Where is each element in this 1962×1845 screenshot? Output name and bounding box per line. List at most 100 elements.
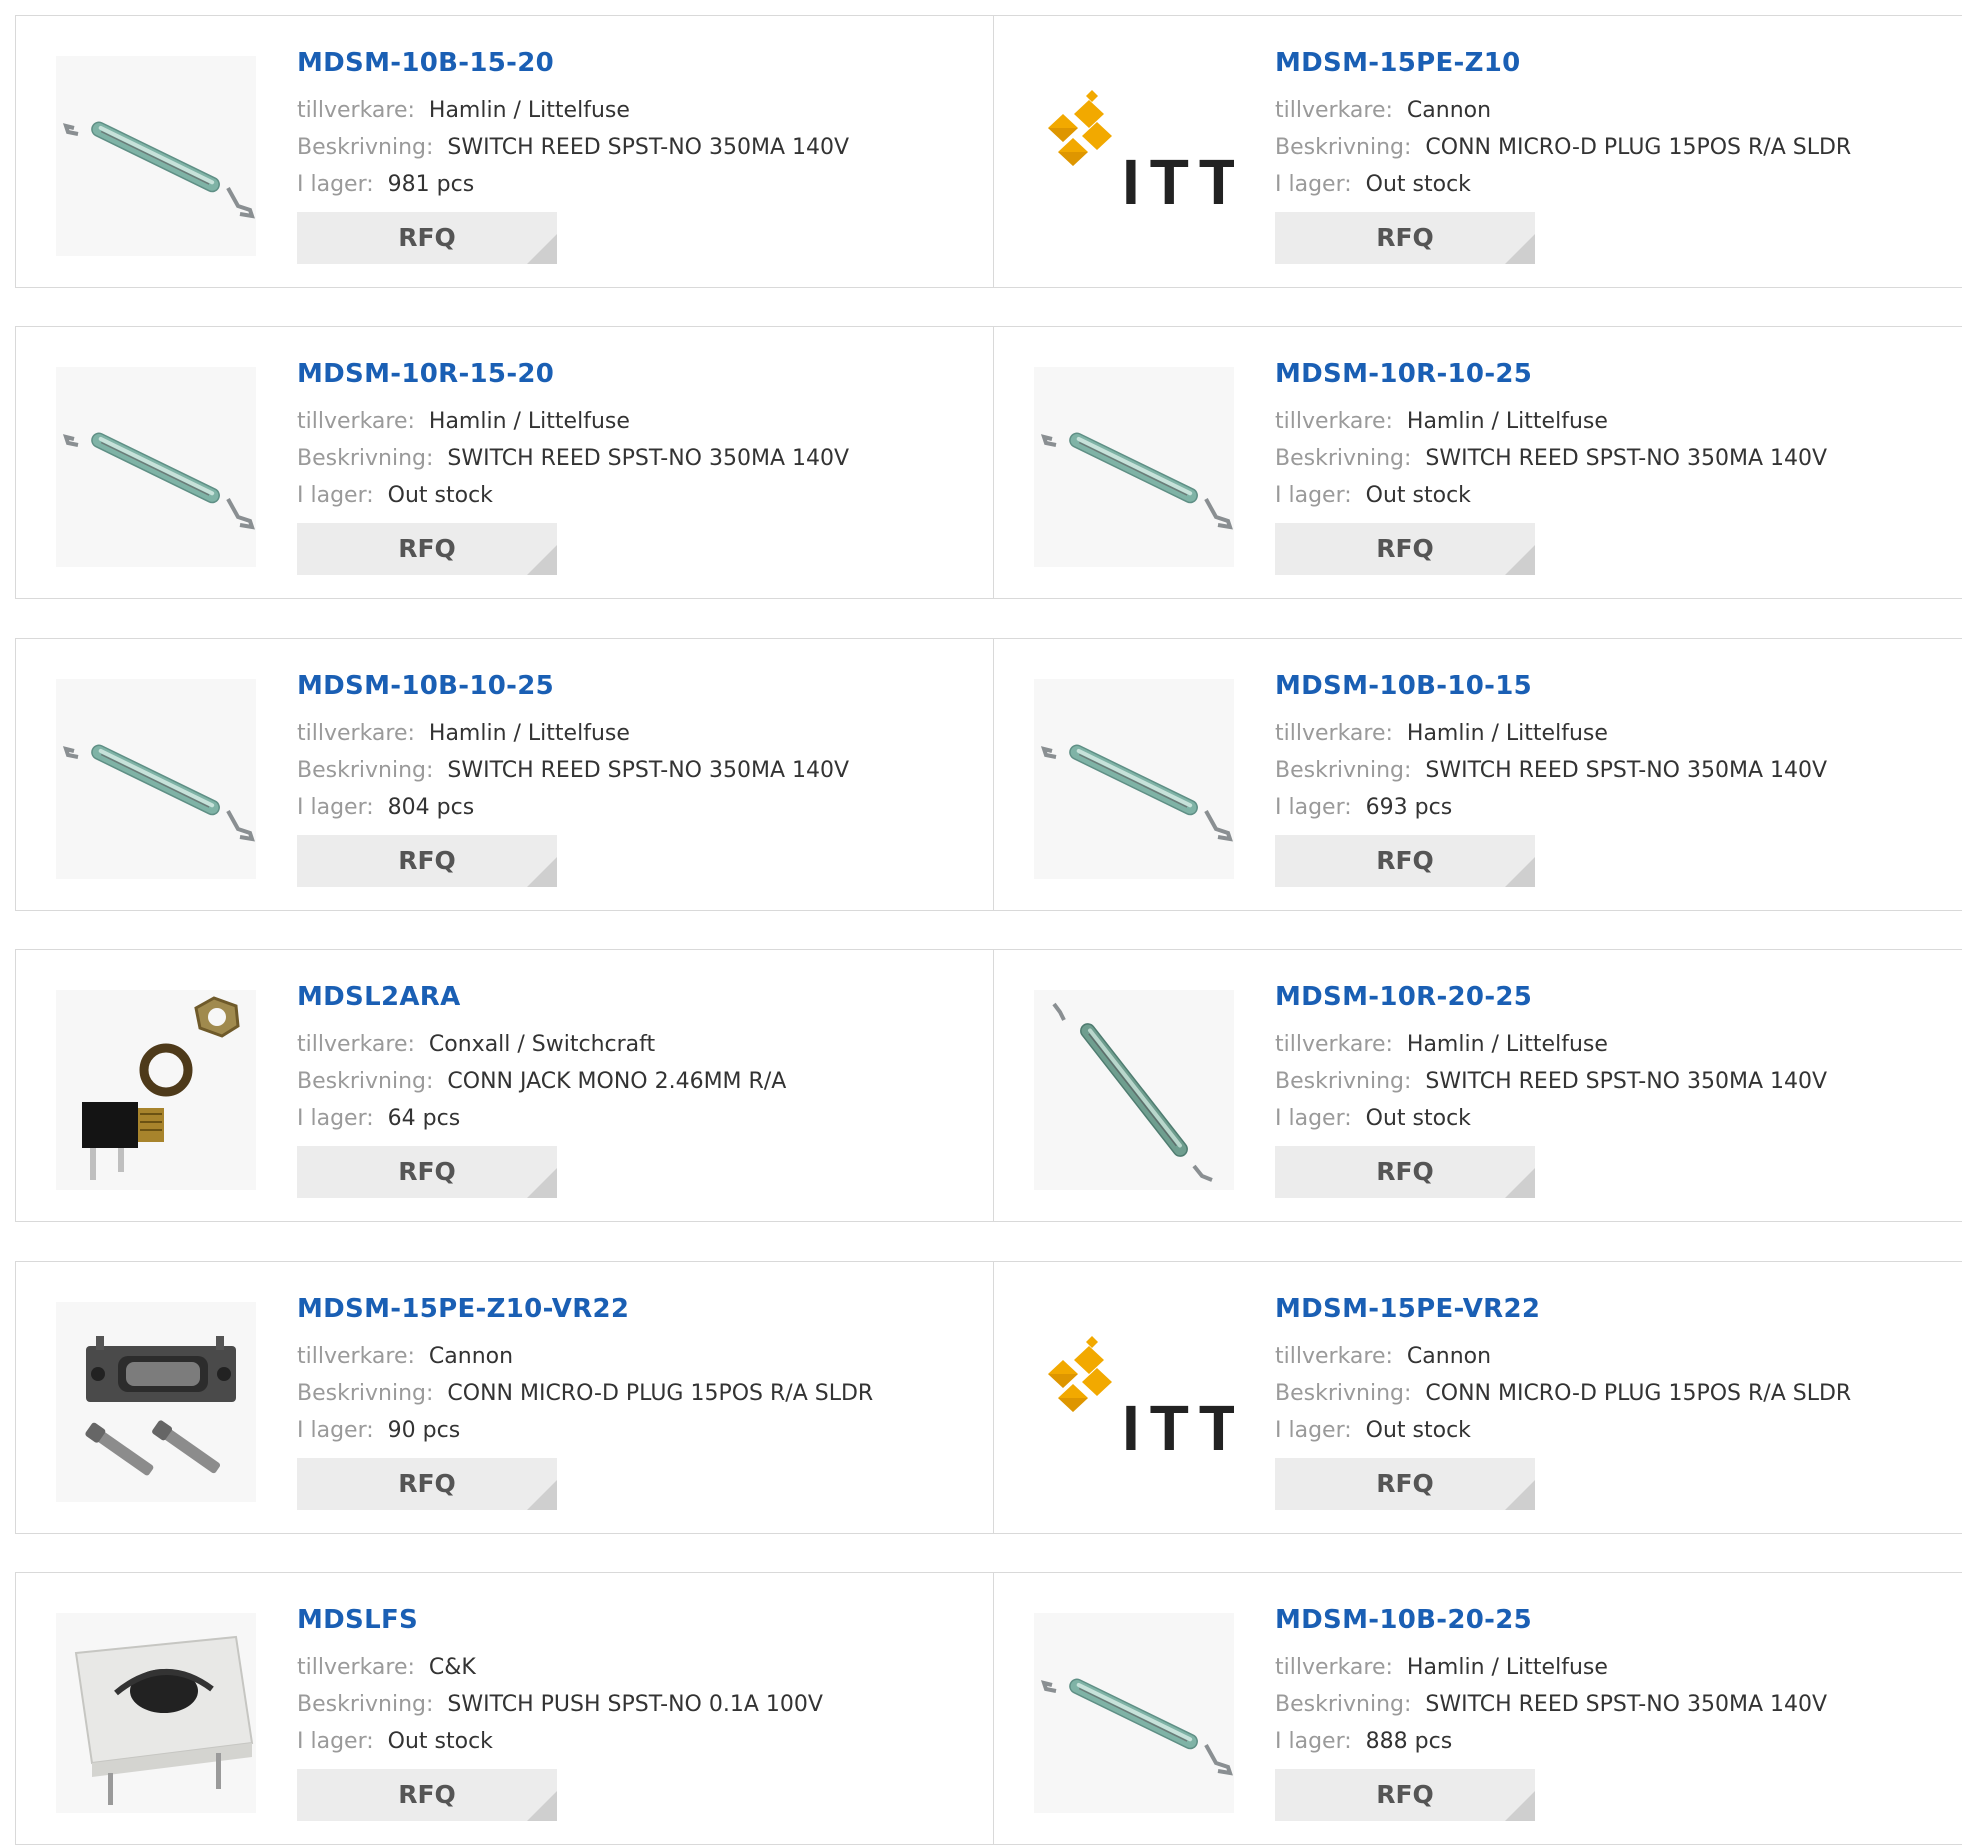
description-value: SWITCH PUSH SPST-NO 0.1A 100V [447, 1692, 823, 1717]
stock-label: I lager: [297, 1106, 374, 1131]
part-number-link[interactable]: MDSM-15PE-Z10 [1275, 46, 1942, 80]
rfq-button[interactable]: RFQ [1275, 1769, 1535, 1821]
rfq-button[interactable]: RFQ [1275, 1458, 1535, 1510]
reed-switch-icon[interactable] [1034, 367, 1234, 567]
description-label: Beskrivning: [297, 1381, 434, 1406]
reed-switch-icon[interactable] [56, 679, 256, 879]
stock-label: I lager: [1275, 1729, 1352, 1754]
manufacturer-value: Cannon [428, 1344, 514, 1369]
stock-row: I lager: 693 pcs [1275, 789, 1942, 826]
product-info: MDSM-15PE-Z10-VR22 tillverkare: Cannon Besk… [297, 1292, 973, 1510]
manufacturer-label: tillverkare: [1275, 409, 1393, 434]
part-number-link[interactable]: MDSM-10B-15-20 [297, 46, 973, 80]
stock-value: 90 pcs [387, 1418, 461, 1443]
stock-row: I lager: 888 pcs [1275, 1723, 1942, 1760]
reed-switch-icon[interactable] [1034, 1613, 1234, 1813]
description-value: SWITCH REED SPST-NO 350MA 140V [1425, 446, 1828, 471]
rfq-corner-triangle [527, 1168, 557, 1198]
rfq-button[interactable]: RFQ [297, 523, 557, 575]
stock-row: I lager: 981 pcs [297, 166, 973, 203]
reed-switch-icon[interactable] [1034, 679, 1234, 879]
description-row: Beskrivning: SWITCH REED SPST-NO 350MA 14… [297, 129, 973, 166]
product-info: MDSM-10B-10-25 tillverkare: Hamlin / Litte… [297, 669, 973, 887]
stock-row: I lager: Out stock [297, 1723, 973, 1760]
rfq-label: RFQ [1376, 1469, 1434, 1498]
description-value: SWITCH REED SPST-NO 350MA 140V [1425, 1692, 1828, 1717]
description-label: Beskrivning: [297, 758, 434, 783]
product-info: MDSM-10R-20-25 tillverkare: Hamlin / Litte… [1275, 980, 1942, 1198]
product-info: MDSM-10B-10-15 tillverkare: Hamlin / Litte… [1275, 669, 1942, 887]
rfq-button[interactable]: RFQ [1275, 1146, 1535, 1198]
part-number-link[interactable]: MDSM-10R-10-25 [1275, 357, 1942, 391]
manufacturer-value: Hamlin / Littelfuse [1406, 409, 1608, 434]
manufacturer-value: Hamlin / Littelfuse [428, 98, 630, 123]
stock-value: Out stock [1365, 1106, 1471, 1131]
manufacturer-value: Hamlin / Littelfuse [1406, 1655, 1608, 1680]
part-number-link[interactable]: MDSM-10R-20-25 [1275, 980, 1942, 1014]
description-row: Beskrivning: SWITCH REED SPST-NO 350MA 14… [297, 440, 973, 477]
rfq-label: RFQ [398, 1157, 456, 1186]
manufacturer-row: tillverkare: Hamlin / Littelfuse [1275, 1649, 1942, 1686]
audio-jack-icon[interactable] [56, 990, 256, 1190]
description-value: SWITCH REED SPST-NO 350MA 140V [1425, 758, 1828, 783]
push-switch-icon[interactable] [56, 1613, 256, 1813]
stock-row: I lager: Out stock [1275, 1412, 1942, 1449]
manufacturer-value: Hamlin / Littelfuse [1406, 721, 1608, 746]
product-info: MDSM-10B-15-20 tillverkare: Hamlin / Litte… [297, 46, 973, 264]
part-number-link[interactable]: MDSL2ARA [297, 980, 973, 1014]
rfq-button[interactable]: RFQ [297, 1458, 557, 1510]
stock-row: I lager: Out stock [1275, 1100, 1942, 1137]
manufacturer-row: tillverkare: Hamlin / Littelfuse [297, 715, 973, 752]
description-row: Beskrivning: CONN MICRO-D PLUG 15POS R/A … [1275, 129, 1942, 166]
manufacturer-label: tillverkare: [1275, 1344, 1393, 1369]
rfq-button[interactable]: RFQ [297, 1769, 557, 1821]
description-row: Beskrivning: SWITCH REED SPST-NO 350MA 14… [1275, 752, 1942, 789]
reed-switch-diagonal-icon[interactable] [1034, 990, 1234, 1190]
stock-value: Out stock [1365, 1418, 1471, 1443]
description-row: Beskrivning: CONN JACK MONO 2.46MM R/A [297, 1063, 973, 1100]
rfq-button[interactable]: RFQ [297, 835, 557, 887]
rfq-corner-triangle [527, 1480, 557, 1510]
part-number-link[interactable]: MDSM-15PE-Z10-VR22 [297, 1292, 973, 1326]
rfq-button[interactable]: RFQ [1275, 835, 1535, 887]
stock-row: I lager: Out stock [297, 477, 973, 514]
description-label: Beskrivning: [297, 135, 434, 160]
part-number-link[interactable]: MDSM-10B-10-25 [297, 669, 973, 703]
description-value: CONN MICRO-D PLUG 15POS R/A SLDR [1425, 1381, 1852, 1406]
part-number-link[interactable]: MDSM-15PE-VR22 [1275, 1292, 1942, 1326]
description-label: Beskrivning: [297, 1069, 434, 1094]
product-card: MDSM-15PE-Z10-VR22 tillverkare: Cannon Besk… [15, 1262, 993, 1533]
manufacturer-row: tillverkare: Hamlin / Littelfuse [297, 403, 973, 440]
reed-switch-icon[interactable] [56, 367, 256, 567]
part-number-link[interactable]: MDSM-10B-20-25 [1275, 1603, 1942, 1637]
stock-row: I lager: 804 pcs [297, 789, 973, 826]
rfq-label: RFQ [1376, 534, 1434, 563]
stock-label: I lager: [297, 795, 374, 820]
part-number-link[interactable]: MDSM-10B-10-15 [1275, 669, 1942, 703]
rfq-button[interactable]: RFQ [1275, 523, 1535, 575]
itt-logo[interactable]: ITT [1034, 1302, 1234, 1502]
rfq-label: RFQ [398, 223, 456, 252]
rfq-label: RFQ [398, 534, 456, 563]
micro-d-connector-icon[interactable] [56, 1302, 256, 1502]
stock-label: I lager: [297, 172, 374, 197]
rfq-button[interactable]: RFQ [297, 212, 557, 264]
product-info: MDSM-10R-10-25 tillverkare: Hamlin / Litte… [1275, 357, 1942, 575]
manufacturer-label: tillverkare: [1275, 721, 1393, 746]
rfq-button[interactable]: RFQ [297, 1146, 557, 1198]
product-info: MDSLFS tillverkare: C&K Beskrivning: SWITCH … [297, 1603, 973, 1821]
part-number-link[interactable]: MDSLFS [297, 1603, 973, 1637]
product-card: MDSM-10R-10-25 tillverkare: Hamlin / Litte… [993, 327, 1962, 598]
rfq-button[interactable]: RFQ [1275, 212, 1535, 264]
description-value: SWITCH REED SPST-NO 350MA 140V [447, 135, 850, 160]
description-value: SWITCH REED SPST-NO 350MA 140V [447, 758, 850, 783]
product-card: MDSM-10B-10-25 tillverkare: Hamlin / Litte… [15, 639, 993, 910]
product-card: ITT MDSM-15PE-Z10 tillverkare: Cannon Beskr… [993, 16, 1962, 287]
rfq-label: RFQ [1376, 223, 1434, 252]
svg-text:ITT: ITT [1122, 1392, 1234, 1464]
itt-logo[interactable]: ITT [1034, 56, 1234, 256]
stock-label: I lager: [297, 1418, 374, 1443]
manufacturer-label: tillverkare: [297, 98, 415, 123]
part-number-link[interactable]: MDSM-10R-15-20 [297, 357, 973, 391]
reed-switch-icon[interactable] [56, 56, 256, 256]
